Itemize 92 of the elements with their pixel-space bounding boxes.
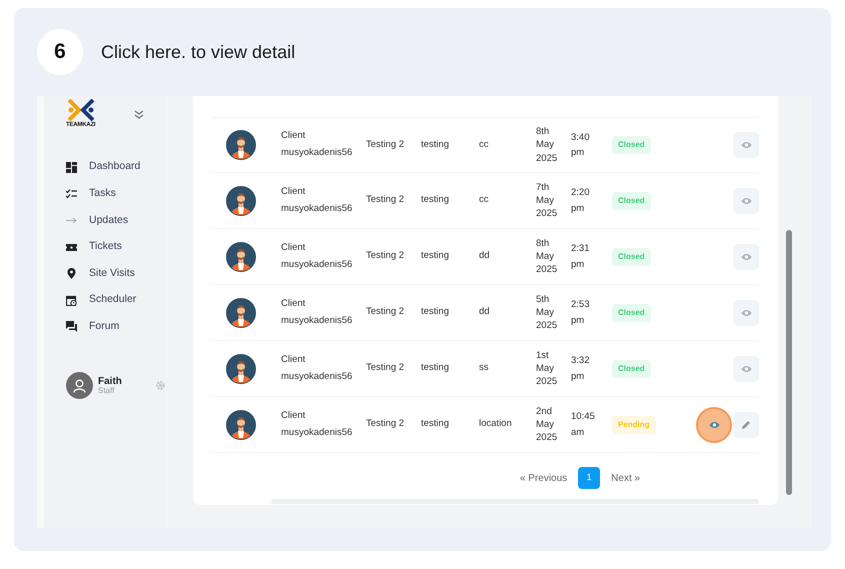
- settings-icon[interactable]: [155, 380, 166, 392]
- date-cell-text: 5th May 2025: [536, 292, 558, 332]
- previous-link[interactable]: « Previous: [520, 470, 568, 486]
- eye-icon: [740, 364, 752, 372]
- table-cell-text: testing: [421, 138, 450, 152]
- table-cell-text: testing: [421, 193, 450, 208]
- arrow-right-icon: [66, 214, 77, 226]
- status-tag: Closed: [612, 136, 651, 154]
- nav-item[interactable]: Scheduler: [66, 290, 166, 310]
- checklist-icon: [66, 188, 77, 200]
- time-cell-text: 2:31 pm: [571, 242, 590, 272]
- nav-item[interactable]: Updates: [66, 211, 166, 230]
- status-tag: Closed: [612, 248, 651, 266]
- date-cell-text: 2nd May 2025: [536, 404, 558, 444]
- nav-item[interactable]: Tasks: [66, 184, 166, 204]
- avatar-drawing: [226, 186, 256, 216]
- eye-icon: [708, 420, 720, 428]
- client-name: Client: [281, 352, 306, 367]
- next-link[interactable]: Next »: [611, 470, 640, 486]
- step-instruction: Click here. to view detail: [101, 40, 296, 64]
- table-cell-text: testing: [421, 361, 450, 376]
- vertical-scrollbar[interactable]: [786, 230, 792, 495]
- table-cell-text: Testing 2: [366, 361, 406, 376]
- view-button[interactable]: [733, 300, 759, 326]
- dashboard-icon: [66, 162, 77, 173]
- step-number: 6: [37, 29, 83, 75]
- table-cell-text: Testing 2: [366, 249, 406, 264]
- client-email: musyokadenis56: [281, 370, 354, 384]
- avatar-drawing: [226, 242, 256, 272]
- time-cell-text: 3:40 pm: [571, 130, 590, 160]
- avatar-drawing: [226, 410, 256, 440]
- date-cell-text: 7th May 2025: [536, 180, 558, 220]
- time-cell-text: 2:53 pm: [571, 298, 590, 328]
- client-name: Client: [281, 408, 306, 423]
- table-cell-text: Testing 2: [366, 305, 406, 320]
- eye-icon: [740, 252, 752, 260]
- avatar-drawing: [226, 354, 256, 384]
- table-cell-text: testing: [421, 249, 450, 264]
- view-button[interactable]: [733, 244, 759, 270]
- client-email: musyokadenis56: [281, 258, 354, 272]
- avatar-drawing: [226, 298, 256, 328]
- nav-item[interactable]: Site Visits: [66, 264, 166, 283]
- view-button[interactable]: [733, 132, 759, 158]
- status-tag: Closed: [612, 192, 651, 210]
- eye-icon: [740, 141, 752, 149]
- status-tag: Pending: [612, 416, 656, 434]
- nav-item[interactable]: Tickets: [66, 238, 166, 256]
- user-name: Faith: [98, 376, 123, 387]
- eye-icon: [740, 196, 752, 204]
- pencil-icon: [741, 420, 751, 430]
- table-cell-text: location: [479, 417, 513, 432]
- client-email: musyokadenis56: [281, 202, 354, 216]
- status-tag: Closed: [612, 360, 651, 378]
- date-cell-text: 8th May 2025: [536, 125, 558, 165]
- view-button[interactable]: [733, 356, 759, 382]
- time-cell-text: 10:45 am: [571, 410, 596, 440]
- client-email: musyokadenis56: [281, 426, 354, 440]
- calendar-clock-icon: [66, 294, 77, 306]
- table-cell-text: cc: [479, 138, 490, 152]
- table-cell-text: testing: [421, 417, 450, 432]
- nav-item[interactable]: Forum: [66, 318, 166, 336]
- date-cell-text: 1st May 2025: [536, 348, 558, 388]
- table-cell-text: Testing 2: [366, 193, 406, 208]
- client-email: musyokadenis56: [281, 146, 354, 160]
- table-cell-text: ss: [479, 361, 490, 376]
- map-pin-icon: [66, 268, 77, 280]
- table-cell-text: testing: [421, 305, 450, 320]
- table-cell-text: dd: [479, 249, 491, 264]
- edit-button[interactable]: [733, 412, 759, 438]
- view-button[interactable]: [733, 188, 759, 214]
- logo-icon: [66, 98, 96, 120]
- eye-icon: [740, 308, 752, 316]
- client-name: Client: [281, 296, 306, 311]
- client-email: musyokadenis56: [281, 314, 354, 328]
- chat-icon: [66, 321, 77, 332]
- user-avatar[interactable]: [66, 372, 93, 400]
- user-role: Staff: [98, 386, 116, 396]
- table-cell-text: Testing 2: [366, 138, 406, 152]
- avatar-drawing: [226, 130, 256, 160]
- client-name: Client: [281, 184, 306, 199]
- chevron-double-down-icon[interactable]: [134, 110, 144, 118]
- table-cell-text: cc: [479, 193, 490, 208]
- table-cell-text: Testing 2: [366, 417, 406, 432]
- client-name: Client: [281, 129, 306, 144]
- table-cell-text: dd: [479, 305, 491, 320]
- ticket-icon: [66, 242, 77, 253]
- status-tag: Closed: [612, 304, 651, 322]
- client-name: Client: [281, 240, 306, 255]
- time-cell-text: 3:32 pm: [571, 354, 590, 384]
- date-cell-text: 8th May 2025: [536, 236, 558, 276]
- nav-item[interactable]: Dashboard: [66, 158, 166, 177]
- time-cell-text: 2:20 pm: [571, 186, 590, 216]
